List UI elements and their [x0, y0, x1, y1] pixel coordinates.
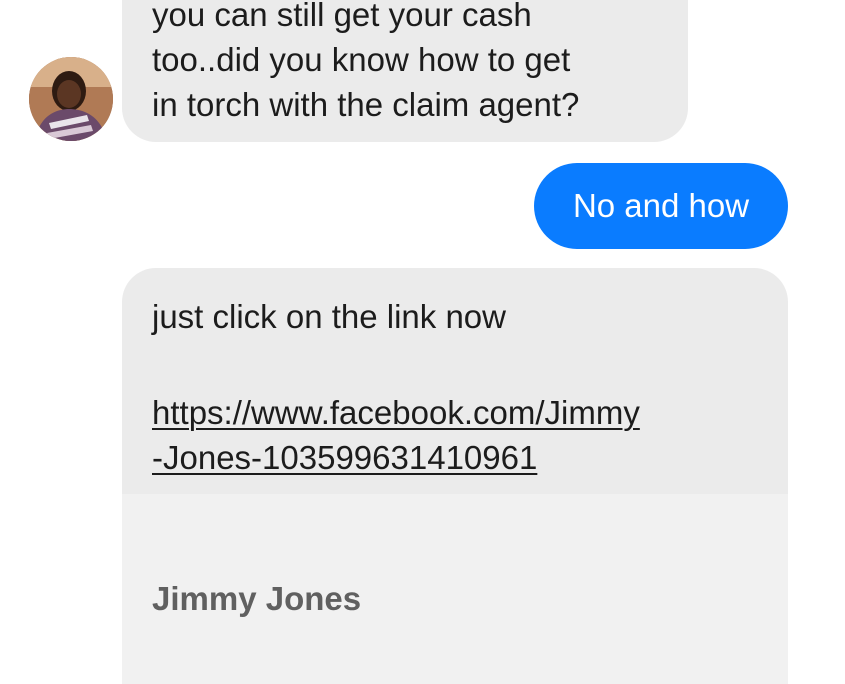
profile-photo-icon	[29, 57, 113, 141]
link-preview-card[interactable]: Jimmy Jones	[122, 494, 788, 684]
message-link-line-1[interactable]: https://www.facebook.com/Jimmy	[152, 390, 788, 435]
sender-avatar[interactable]	[29, 57, 113, 141]
message-line: you can still get your cash	[152, 0, 532, 33]
message-spacer	[152, 339, 788, 390]
message-thread: you can still get your cash too..did you…	[0, 0, 845, 684]
incoming-link-message-bubble[interactable]: just click on the link now https://www.f…	[122, 268, 788, 494]
message-link-line-2[interactable]: -Jones-103599631410961	[152, 435, 788, 480]
message-line: in torch with the claim agent?	[152, 86, 580, 123]
incoming-message-bubble[interactable]: you can still get your cash too..did you…	[122, 0, 688, 142]
message-text: just click on the link now	[152, 298, 506, 335]
message-line: too..did you know how to get	[152, 41, 571, 78]
outgoing-message-text: No and how	[572, 187, 750, 224]
link-preview-title: Jimmy Jones	[152, 580, 362, 617]
outgoing-message-bubble[interactable]: No and how	[534, 163, 788, 249]
